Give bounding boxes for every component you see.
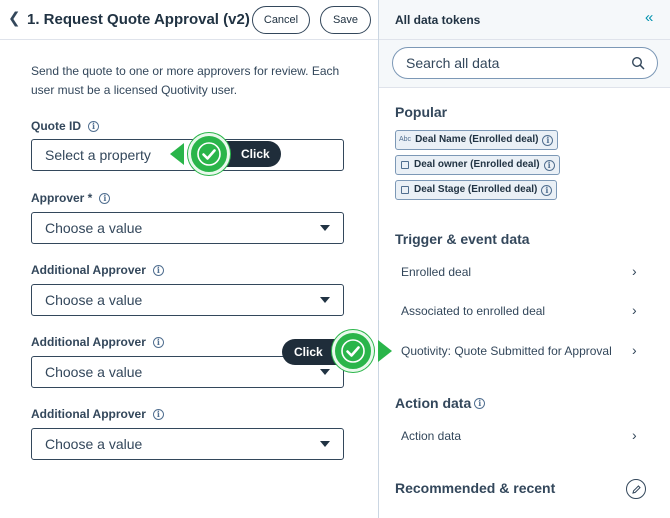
checkmark-circle-icon: [332, 330, 374, 372]
quote-id-label-text: Quote ID: [31, 119, 81, 133]
info-icon[interactable]: i: [543, 159, 555, 171]
data-tokens-panel: All data tokens « Search all data Popula…: [379, 0, 670, 518]
additional-approver-1-label-text: Additional Approver: [31, 263, 146, 277]
cancel-button[interactable]: Cancel: [252, 6, 310, 34]
additional-approver-1-dropdown[interactable]: Choose a value: [31, 284, 344, 316]
tokens-header: All data tokens «: [379, 0, 670, 40]
quote-id-label: Quote ID i: [31, 119, 99, 133]
additional-approver-2-placeholder: Choose a value: [45, 364, 143, 380]
click-label: Click: [294, 345, 323, 359]
info-icon[interactable]: i: [152, 264, 164, 276]
trigger-event-title: Trigger & event data: [395, 231, 530, 247]
token-chip-deal-stage[interactable]: Deal Stage (Enrolled deal) i: [395, 180, 558, 200]
arrow-right-icon: [378, 340, 392, 362]
search-placeholder: Search all data: [406, 55, 500, 71]
checkmark-circle-icon: [188, 133, 230, 175]
chevron-right-icon[interactable]: ›: [632, 263, 637, 279]
chevron-right-icon[interactable]: ›: [632, 342, 637, 358]
approver-placeholder: Choose a value: [45, 220, 143, 236]
tokens-title: All data tokens: [395, 13, 481, 27]
action-editor-panel: ❮ 1. Request Quote Approval (v2) Cancel …: [0, 0, 378, 518]
additional-approver-1-label: Additional Approver i: [31, 263, 164, 277]
info-icon[interactable]: i: [88, 120, 99, 132]
info-icon[interactable]: i: [474, 397, 486, 409]
action-title: 1. Request Quote Approval (v2): [27, 11, 250, 28]
action-item-action-data[interactable]: Action data: [401, 429, 641, 443]
token-chip-deal-name[interactable]: Abc Deal Name (Enrolled deal) i: [395, 130, 559, 150]
additional-approver-2-label-text: Additional Approver: [31, 335, 146, 349]
additional-approver-3-label-text: Additional Approver: [31, 407, 146, 421]
action-description: Send the quote to one or more approvers …: [31, 64, 340, 97]
additional-approver-2-label: Additional Approver i: [31, 335, 164, 349]
click-callout-quote-id: Click: [170, 133, 282, 175]
caret-down-icon: [320, 225, 330, 231]
editor-header: ❮ 1. Request Quote Approval (v2) Cancel …: [0, 0, 378, 40]
caret-down-icon: [320, 297, 330, 303]
recommended-recent-title: Recommended & recent: [395, 480, 556, 496]
save-button[interactable]: Save: [320, 6, 371, 34]
chevron-right-icon[interactable]: ›: [632, 302, 637, 318]
edit-recommended-button[interactable]: [626, 479, 646, 499]
chip-label: Deal Name (Enrolled deal): [415, 134, 539, 145]
info-icon[interactable]: i: [542, 134, 554, 146]
collapse-double-chevron-icon[interactable]: «: [645, 10, 653, 26]
approver-label-text: Approver *: [31, 191, 93, 205]
caret-down-icon: [320, 441, 330, 447]
chip-label: Deal owner (Enrolled deal): [414, 159, 540, 170]
trigger-item-enrolled-deal[interactable]: Enrolled deal: [401, 265, 641, 279]
action-data-title: Action data i: [395, 395, 486, 411]
enum-type-icon: [401, 186, 409, 194]
info-icon[interactable]: i: [152, 408, 164, 420]
pencil-icon: [632, 485, 641, 494]
token-chip-deal-owner[interactable]: Deal owner (Enrolled deal) i: [395, 155, 560, 175]
popular-title: Popular: [395, 104, 448, 120]
trigger-item-associated-deal[interactable]: Associated to enrolled deal: [401, 304, 641, 318]
tokens-search-input[interactable]: Search all data: [392, 47, 658, 79]
additional-approver-3-label: Additional Approver i: [31, 407, 164, 421]
additional-approver-1-placeholder: Choose a value: [45, 292, 143, 308]
click-label: Click: [241, 147, 270, 161]
chevron-right-icon[interactable]: ›: [632, 427, 637, 443]
action-data-title-text: Action data: [395, 395, 472, 411]
quote-id-placeholder: Select a property: [45, 147, 151, 163]
click-callout-quote-submitted: Click: [282, 330, 394, 372]
back-chevron-icon[interactable]: ❮: [8, 11, 22, 27]
text-type-icon: Abc: [399, 136, 412, 143]
info-icon[interactable]: i: [541, 184, 553, 196]
approver-dropdown[interactable]: Choose a value: [31, 212, 344, 244]
chip-label: Deal Stage (Enrolled deal): [414, 184, 538, 195]
owner-type-icon: [401, 161, 409, 169]
additional-approver-3-placeholder: Choose a value: [45, 436, 143, 452]
info-icon[interactable]: i: [152, 336, 164, 348]
info-icon[interactable]: i: [99, 192, 111, 204]
search-icon[interactable]: [631, 56, 645, 70]
arrow-left-icon: [170, 143, 184, 165]
additional-approver-3-dropdown[interactable]: Choose a value: [31, 428, 344, 460]
trigger-item-quote-submitted[interactable]: Quotivity: Quote Submitted for Approval: [401, 344, 641, 358]
approver-label: Approver * i: [31, 191, 111, 205]
